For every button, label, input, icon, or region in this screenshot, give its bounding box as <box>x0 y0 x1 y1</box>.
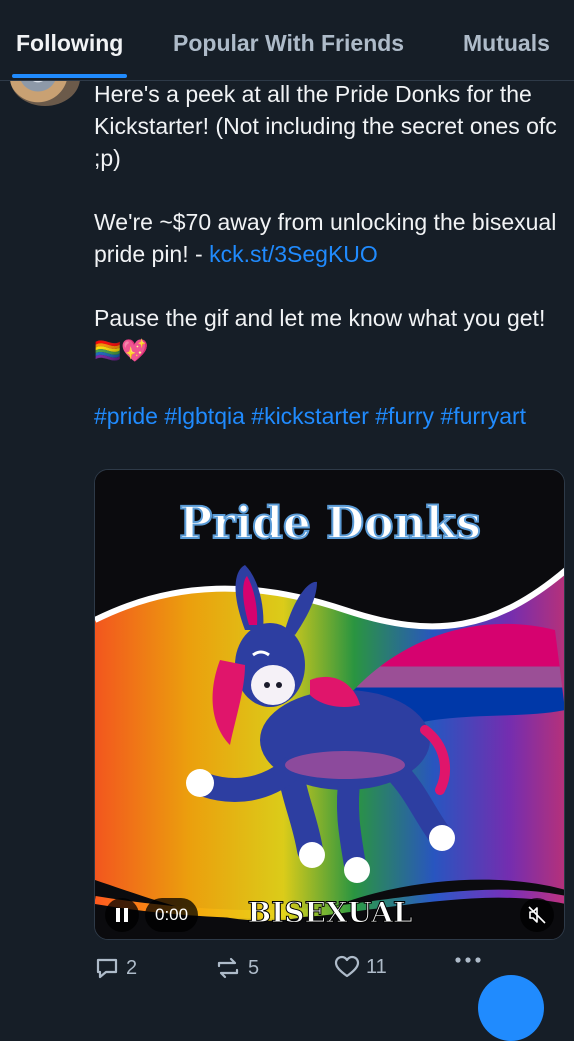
more-dots-icon <box>455 957 481 963</box>
repost-button[interactable]: 5 <box>214 955 259 981</box>
reply-button[interactable]: 2 <box>94 955 137 981</box>
post-paragraph-1: Here's a peek at all the Pride Donks for… <box>94 81 557 171</box>
pause-button[interactable] <box>105 898 139 932</box>
artwork-caption: BISEXUAL <box>247 896 412 929</box>
tab-popular-with-friends[interactable]: Popular With Friends <box>173 30 404 57</box>
playback-time: 0:00 <box>145 898 199 932</box>
gif-media[interactable]: Pride Donks BISEXUAL 0:00 <box>94 469 565 940</box>
artwork-title: Pride Donks <box>179 498 481 549</box>
heart-icon <box>334 955 360 978</box>
reply-count: 2 <box>126 956 138 979</box>
feed-tabs: Following Popular With Friends Mutuals <box>0 0 574 81</box>
post-body: Here's a peek at all the Pride Donks for… <box>94 78 564 464</box>
tab-mutuals[interactable]: Mutuals <box>463 30 550 57</box>
post-paragraph-2: We're ~$70 away from unlocking the bisex… <box>94 206 564 270</box>
compose-button[interactable] <box>478 975 544 1041</box>
repost-icon <box>217 957 239 979</box>
pause-icon <box>116 908 128 922</box>
like-count: 11 <box>366 955 387 978</box>
post-paragraph-3: Pause the gif and let me know what you g… <box>94 302 564 368</box>
pride-donk-artwork: Pride Donks BISEXUAL <box>95 470 564 939</box>
reply-icon <box>96 958 118 979</box>
like-button[interactable]: 11 <box>334 955 387 979</box>
post-paragraph-3-text: Pause the gif and let me know what you g… <box>94 305 546 331</box>
kickstarter-link[interactable]: kck.st/3SegKUO <box>209 241 378 267</box>
mute-button[interactable] <box>520 898 554 932</box>
active-tab-indicator <box>12 74 127 78</box>
repost-count: 5 <box>248 956 260 979</box>
volume-muted-icon <box>528 906 546 924</box>
video-controls: 0:00 <box>105 898 199 932</box>
more-options-button[interactable] <box>454 955 482 965</box>
post-hashtags[interactable]: #pride #lgbtqia #kickstarter #furry #fur… <box>94 400 564 432</box>
rainbow-flag-heart-emoji: 🏳️‍🌈💖 <box>94 339 149 364</box>
tab-following[interactable]: Following <box>16 30 123 57</box>
